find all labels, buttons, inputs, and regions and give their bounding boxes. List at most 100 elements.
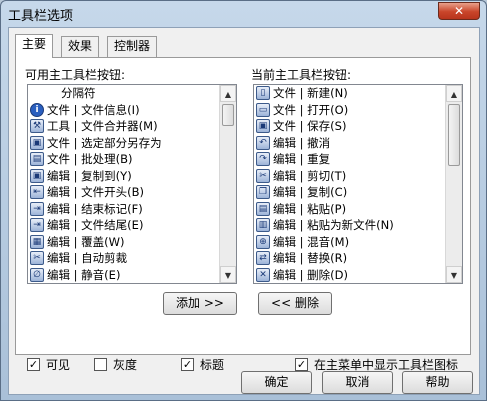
list-item-label: 编辑 | 重复 bbox=[273, 152, 331, 166]
scroll-down-icon[interactable]: ▼ bbox=[446, 266, 462, 283]
paste-new-icon: ▥ bbox=[256, 218, 270, 233]
current-list-scrollbar[interactable]: ▲ ▼ bbox=[445, 85, 462, 283]
add-button[interactable]: 添加 >> bbox=[163, 292, 237, 315]
save-icon: ▣ bbox=[30, 135, 44, 150]
list-item[interactable]: ⚒ 工具 | 文件合并器(M) bbox=[28, 118, 236, 135]
title-bar[interactable]: 工具栏选项 ✕ bbox=[1, 1, 486, 27]
dialog-body: 主要 效果 控制器 可用主工具栏按钮: 分隔符 i 文件 | 文件信息(I) ⚒ 工具 … bbox=[8, 27, 480, 395]
mix-icon: ⊕ bbox=[256, 234, 270, 249]
list-item[interactable]: ▤ 编辑 | 粘贴(P) bbox=[254, 201, 462, 218]
check-icon: ✓ bbox=[28, 358, 39, 371]
list-item[interactable]: ▯ 文件 | 新建(N) bbox=[254, 85, 462, 102]
list-item[interactable]: ▣ 文件 | 保存(S) bbox=[254, 118, 462, 135]
list-item-label: 编辑 | 粘贴(P) bbox=[273, 201, 347, 216]
list-item-label: 编辑 | 混音(M) bbox=[273, 234, 350, 249]
list-item[interactable]: ▭ 文件 | 打开(O) bbox=[254, 102, 462, 119]
list-item-label: 编辑 | 覆盖(W) bbox=[47, 234, 125, 249]
grayscale-checkbox[interactable]: 灰度 bbox=[94, 356, 137, 373]
end-mark-icon: ⇥ bbox=[30, 201, 44, 216]
toolbar-options-dialog: 工具栏选项 ✕ 主要 效果 控制器 可用主工具栏按钮: 分隔符 i 文件 | 文件信… bbox=[0, 0, 487, 401]
list-item-label: 工具 | 文件合并器(M) bbox=[47, 119, 158, 133]
current-buttons-list[interactable]: ▯ 文件 | 新建(N) ▭ 文件 | 打开(O) ▣ 文件 | 保存(S) ↶ 编辑 | 撤… bbox=[253, 84, 463, 284]
list-item[interactable]: ✕ 编辑 | 删除(D) bbox=[254, 267, 462, 284]
list-item-label: 分隔符 bbox=[61, 86, 96, 100]
mute-icon: ∅ bbox=[30, 267, 44, 282]
close-button[interactable]: ✕ bbox=[438, 2, 480, 20]
checkbox-box: ✓ bbox=[295, 358, 308, 371]
list-item[interactable]: 分隔符 bbox=[28, 85, 236, 102]
list-item-label: 文件 | 批处理(B) bbox=[47, 152, 133, 166]
list-item-label: 编辑 | 静音(E) bbox=[47, 267, 121, 282]
current-buttons-label: 当前主工具栏按钮: bbox=[251, 68, 352, 82]
tools-icon: ⚒ bbox=[30, 119, 44, 134]
available-buttons-label: 可用主工具栏按钮: bbox=[25, 68, 126, 82]
scissors-icon: ✂ bbox=[256, 168, 270, 183]
list-item[interactable]: ↷ 编辑 | 重复 bbox=[254, 151, 462, 168]
list-item[interactable]: ▣ 编辑 | 复制到(Y) bbox=[28, 168, 236, 185]
window-title: 工具栏选项 bbox=[8, 9, 74, 24]
copy-icon: ❐ bbox=[256, 185, 270, 200]
remove-button[interactable]: << 删除 bbox=[258, 292, 332, 315]
list-item[interactable]: ▥ 编辑 | 粘贴为新文件(N) bbox=[254, 217, 462, 234]
check-icon: ✓ bbox=[182, 358, 193, 371]
list-item-label: 文件 | 文件信息(I) bbox=[47, 102, 140, 117]
tab-effects[interactable]: 效果 bbox=[61, 36, 100, 57]
checkbox-box: ✓ bbox=[27, 358, 40, 371]
list-item[interactable]: ✂ 编辑 | 自动剪裁 bbox=[28, 250, 236, 267]
scroll-thumb[interactable] bbox=[448, 104, 460, 166]
cancel-button[interactable]: 取消 bbox=[322, 371, 393, 394]
tab-controllers[interactable]: 控制器 bbox=[107, 36, 158, 57]
list-item-label: 编辑 | 删除(D) bbox=[273, 267, 349, 282]
list-item[interactable]: ❐ 编辑 | 复制(C) bbox=[254, 184, 462, 201]
list-item-label: 编辑 | 替换(R) bbox=[273, 251, 348, 265]
list-item[interactable]: ⇄ 编辑 | 替换(R) bbox=[254, 250, 462, 267]
list-item-label: 编辑 | 撤消 bbox=[273, 135, 331, 150]
scroll-up-icon[interactable]: ▲ bbox=[446, 85, 462, 102]
ok-button[interactable]: 确定 bbox=[241, 371, 312, 394]
list-item[interactable]: ✂ 编辑 | 剪切(T) bbox=[254, 168, 462, 185]
checkbox-box bbox=[94, 358, 107, 371]
list-item-label: 编辑 | 文件开头(B) bbox=[47, 185, 145, 199]
available-buttons-list[interactable]: 分隔符 i 文件 | 文件信息(I) ⚒ 工具 | 文件合并器(M) ▣ 文件 | 选定部分… bbox=[27, 84, 237, 284]
list-item-label: 编辑 | 文件结尾(E) bbox=[47, 218, 144, 232]
list-item[interactable]: ▦ 编辑 | 覆盖(W) bbox=[28, 234, 236, 251]
list-item[interactable]: ▤ 文件 | 批处理(B) bbox=[28, 151, 236, 168]
overwrite-icon: ▦ bbox=[30, 234, 44, 249]
close-icon: ✕ bbox=[453, 4, 465, 18]
list-item[interactable]: ⇥ 编辑 | 结束标记(F) bbox=[28, 201, 236, 218]
batch-icon: ▤ bbox=[30, 152, 44, 167]
caption-checkbox[interactable]: ✓ 标题 bbox=[181, 356, 224, 373]
list-item[interactable]: i 文件 | 文件信息(I) bbox=[28, 102, 236, 119]
auto-trim-icon: ✂ bbox=[30, 251, 44, 266]
undo-icon: ↶ bbox=[256, 135, 270, 150]
scroll-up-icon[interactable]: ▲ bbox=[220, 85, 236, 102]
list-item-label: 文件 | 新建(N) bbox=[273, 86, 348, 100]
checkbox-box: ✓ bbox=[181, 358, 194, 371]
list-item-label: 编辑 | 复制(C) bbox=[273, 185, 348, 199]
scroll-down-icon[interactable]: ▼ bbox=[220, 266, 236, 283]
tab-main[interactable]: 主要 bbox=[15, 34, 54, 58]
list-item-label: 文件 | 选定部分另存为 bbox=[47, 135, 162, 150]
list-item[interactable]: ↶ 编辑 | 撤消 bbox=[254, 135, 462, 152]
visible-checkbox[interactable]: ✓ 可见 bbox=[27, 356, 70, 373]
save-icon: ▣ bbox=[30, 168, 44, 183]
list-item[interactable]: ⇤ 编辑 | 文件开头(B) bbox=[28, 184, 236, 201]
list-item[interactable]: ⇥ 编辑 | 文件结尾(E) bbox=[28, 217, 236, 234]
blank-icon bbox=[30, 86, 44, 100]
replace-icon: ⇄ bbox=[256, 251, 270, 266]
list-item-label: 文件 | 打开(O) bbox=[273, 102, 349, 117]
list-item-label: 编辑 | 粘贴为新文件(N) bbox=[273, 218, 394, 232]
save-icon: ▣ bbox=[256, 119, 270, 134]
scroll-thumb[interactable] bbox=[222, 104, 234, 126]
help-button[interactable]: 帮助 bbox=[402, 371, 473, 394]
new-file-icon: ▯ bbox=[256, 86, 270, 101]
list-item[interactable]: ▣ 文件 | 选定部分另存为 bbox=[28, 135, 236, 152]
list-item-label: 编辑 | 复制到(Y) bbox=[47, 168, 132, 183]
list-item[interactable]: ⊕ 编辑 | 混音(M) bbox=[254, 234, 462, 251]
delete-icon: ✕ bbox=[256, 267, 270, 282]
list-item-label: 编辑 | 剪切(T) bbox=[273, 168, 347, 183]
list-item[interactable]: ∅ 编辑 | 静音(E) bbox=[28, 267, 236, 284]
open-folder-icon: ▭ bbox=[256, 102, 270, 117]
tab-panel: 可用主工具栏按钮: 分隔符 i 文件 | 文件信息(I) ⚒ 工具 | 文件合并器(M)… bbox=[15, 57, 471, 372]
available-list-scrollbar[interactable]: ▲ ▼ bbox=[219, 85, 236, 283]
